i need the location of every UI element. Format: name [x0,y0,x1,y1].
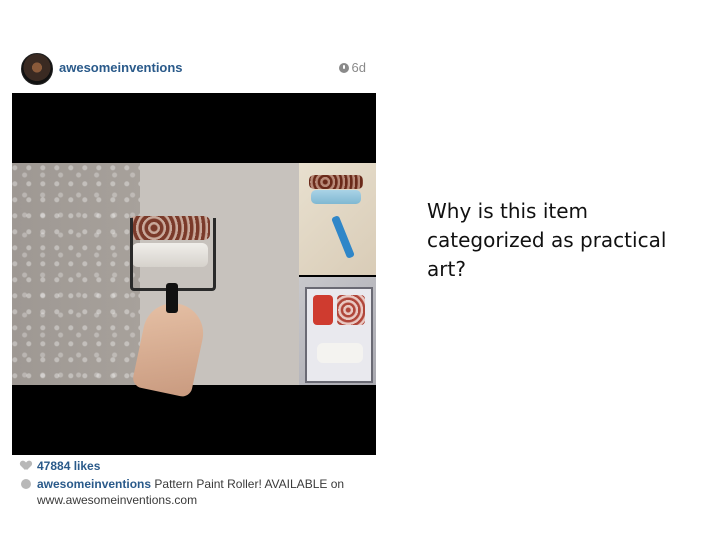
post-header: awesomeinventions 6d [12,48,376,90]
side-roller-pattern [309,175,363,189]
red-roller [313,295,333,325]
side-roller-handle [331,215,355,259]
slide-question: Why is this item categorized as practica… [427,199,667,281]
side-roller-sponge [311,190,361,204]
comment-icon[interactable] [21,479,31,489]
roller-frame [130,218,216,291]
caption: awesomeinventions Pattern Paint Roller! … [37,476,376,508]
post-timestamp: 6d [338,60,366,75]
side-photo-tray [299,277,376,385]
roller-handle [166,283,178,313]
caption-row: awesomeinventions Pattern Paint Roller! … [12,476,376,508]
main-product-photo [12,163,299,399]
patterned-roller [337,295,365,325]
heart-icon[interactable] [21,461,31,471]
white-roller [317,343,363,363]
post-photo[interactable] [12,93,376,455]
likes-row[interactable]: 47884 likes [12,458,376,474]
post-time: 6d [351,60,366,75]
side-photo-roller [299,163,376,275]
side-roller [309,175,363,215]
paint-tray [305,287,373,383]
clock-icon [338,62,349,73]
post-username[interactable]: awesomeinventions [59,60,183,75]
avatar[interactable] [21,53,53,85]
caption-username[interactable]: awesomeinventions [37,477,151,491]
post-footer: 47884 likes awesomeinventions Pattern Pa… [12,458,376,508]
likes-count[interactable]: 47884 likes [37,459,100,473]
